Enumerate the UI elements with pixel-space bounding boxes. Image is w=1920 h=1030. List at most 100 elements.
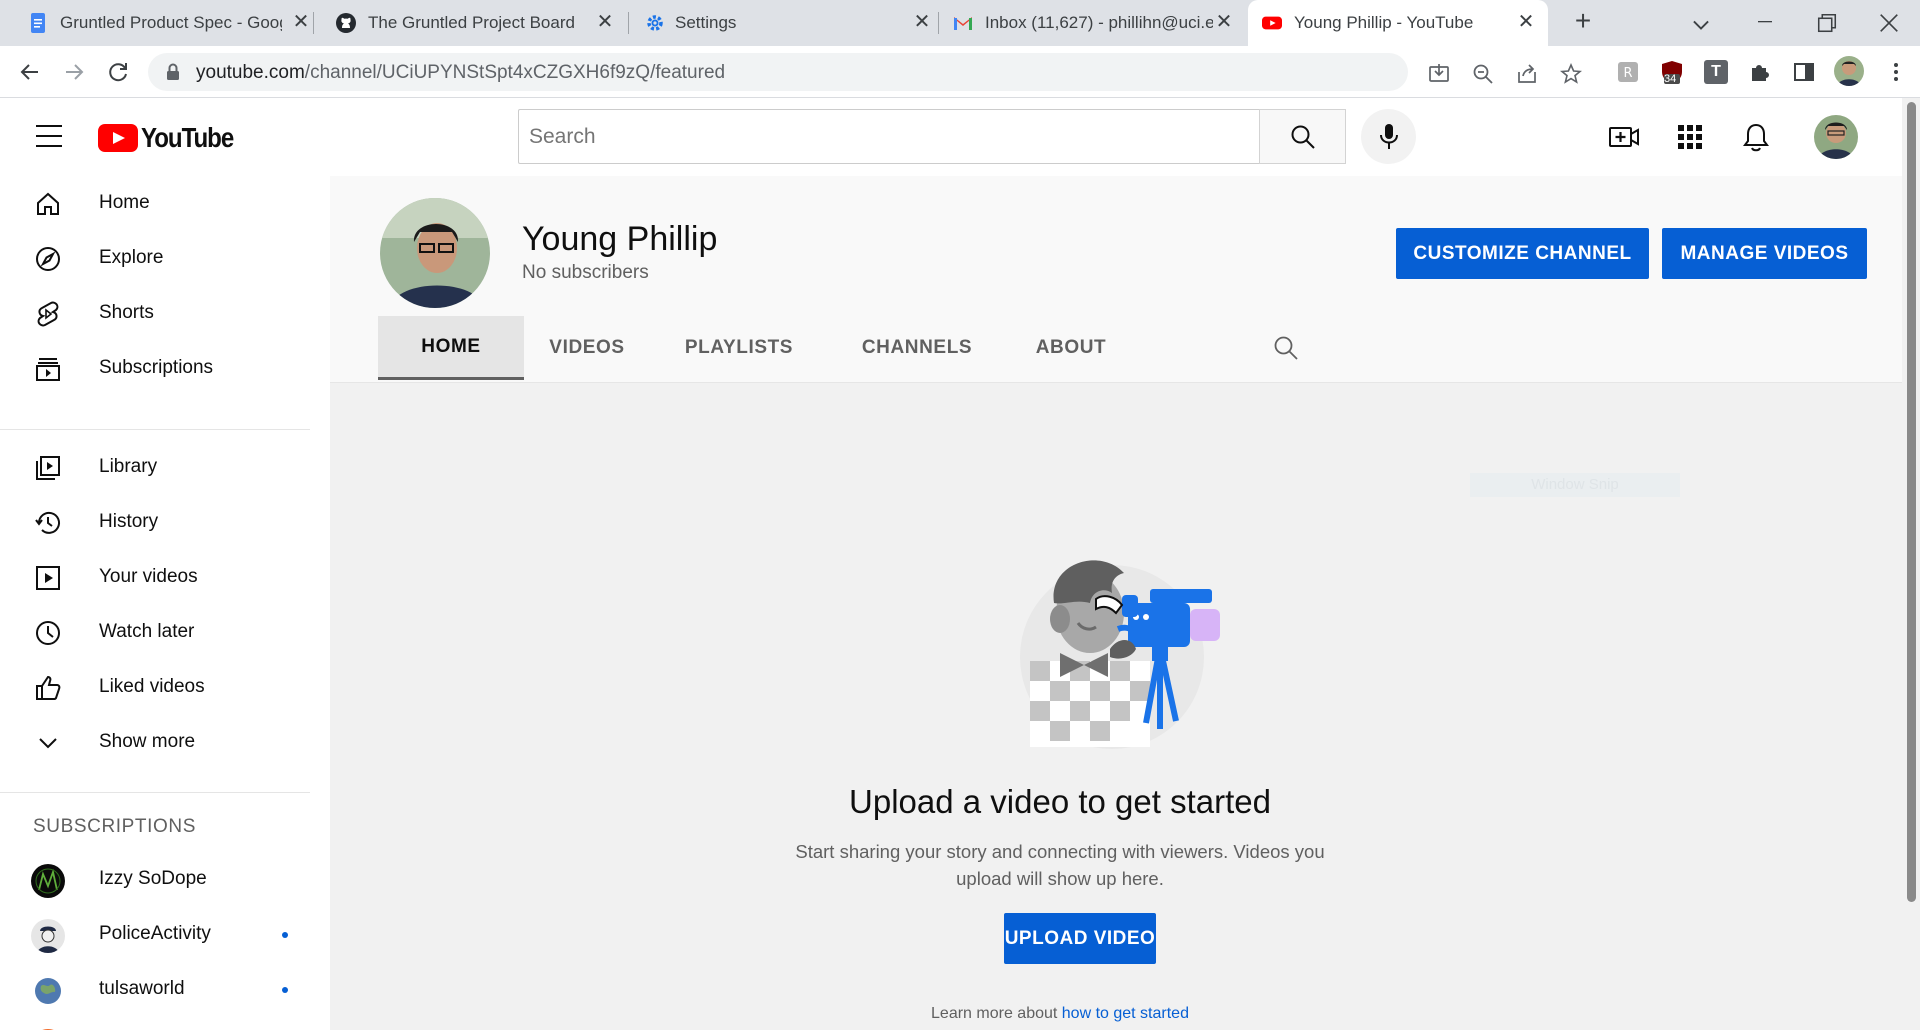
scrollbar-thumb[interactable] [1907, 102, 1916, 902]
sidebar-item-shorts[interactable]: Shorts [0, 286, 310, 341]
tab-title: The Gruntled Project Board [368, 13, 575, 32]
ublock-extension-icon[interactable]: 34 [1660, 60, 1684, 85]
url-host: youtube.com [196, 62, 305, 83]
youtube-logo[interactable]: YouTube [98, 122, 248, 154]
close-icon[interactable]: ✕ [1515, 11, 1537, 33]
new-content-dot [282, 932, 288, 938]
back-arrow-icon[interactable] [16, 58, 44, 86]
search-input[interactable] [518, 109, 1260, 164]
sidebar-item-explore[interactable]: Explore [0, 231, 310, 286]
your-videos-icon [36, 566, 60, 590]
close-window-icon[interactable] [1876, 10, 1902, 36]
share-icon[interactable] [1516, 63, 1538, 85]
forward-arrow-icon[interactable] [60, 58, 88, 86]
reload-icon[interactable] [104, 58, 132, 86]
sidebar-item-your-videos[interactable]: Your videos [0, 550, 310, 605]
lock-icon[interactable] [166, 63, 180, 81]
url-path: /channel/UCiUPYNStSpt4xCZGXH6f9zQ/featur… [304, 62, 726, 83]
apps-grid-icon [1678, 125, 1702, 149]
browser-tab[interactable]: Inbox (11,627) - phillihn@uci.e ✕ [939, 0, 1251, 46]
browser-tab[interactable]: Settings ✕ [629, 0, 939, 46]
sidebar-show-more[interactable]: Show more [0, 715, 310, 770]
tab-about[interactable]: ABOUT [1006, 316, 1136, 380]
close-icon[interactable]: ✕ [911, 11, 933, 33]
close-icon[interactable]: ✕ [1213, 11, 1235, 33]
manage-videos-button[interactable]: MANAGE VIDEOS [1662, 228, 1867, 279]
how-to-get-started-link[interactable]: how to get started [1062, 1005, 1189, 1022]
address-bar[interactable]: youtube.com/channel/UCiUPYNStSpt4xCZGXH6… [148, 53, 1582, 91]
camera-operator-illustration [1020, 560, 1220, 749]
install-app-icon[interactable] [1428, 63, 1450, 85]
sidebar-item-label: Shorts [99, 302, 154, 323]
menu-icon[interactable] [36, 125, 62, 155]
tab-home[interactable]: HOME [378, 316, 524, 380]
page-scrollbar[interactable] [1902, 98, 1920, 1030]
channel-name: Young Phillip [522, 220, 718, 258]
subscription-item[interactable] [0, 1017, 310, 1030]
sidebar-item-library[interactable]: Library [0, 440, 310, 495]
browser-tab[interactable]: Gruntled Product Spec - Goog ✕ [0, 0, 314, 46]
sidebar-item-history[interactable]: History [0, 495, 310, 550]
sidebar-item-home[interactable]: Home [0, 176, 310, 231]
url-text: youtube.com/channel/UCiUPYNStSpt4xCZGXH6… [196, 62, 725, 84]
customize-channel-button[interactable]: CUSTOMIZE CHANNEL [1396, 228, 1649, 279]
search-icon [1291, 125, 1315, 149]
profile-avatar[interactable] [1834, 56, 1864, 86]
sidebar-item-label: Liked videos [99, 676, 205, 697]
close-icon[interactable]: ✕ [594, 11, 616, 33]
channel-header: Young Phillip No subscribers CUSTOMIZE C… [330, 176, 1902, 382]
sidebar-item-label: Watch later [99, 621, 195, 642]
extension-grey-icon[interactable]: R [1616, 60, 1640, 84]
bookmark-star-icon[interactable] [1560, 63, 1582, 85]
channel-page: Young Phillip No subscribers CUSTOMIZE C… [330, 176, 1902, 1030]
account-avatar[interactable] [1814, 115, 1858, 159]
sidebar-item-liked-videos[interactable]: Liked videos [0, 660, 310, 715]
subscription-item[interactable]: Izzy SoDope [0, 852, 310, 907]
sidebar-item-label: Library [99, 456, 158, 477]
upload-video-button[interactable]: UPLOAD VIDEO [1004, 913, 1156, 964]
learn-more-prefix: Learn more about [931, 1005, 1062, 1022]
chevron-down-icon [39, 738, 57, 749]
browser-tab-bar: Gruntled Product Spec - Goog ✕ The Grunt… [0, 0, 1920, 46]
sidebar-divider [0, 429, 310, 430]
shorts-icon [37, 301, 59, 327]
window-snip-overlay: Window Snip [1470, 473, 1680, 497]
github-icon [336, 13, 356, 33]
tab-playlists[interactable]: PLAYLISTS [650, 316, 828, 380]
minimize-icon[interactable] [1752, 8, 1778, 34]
bell-icon [1743, 123, 1769, 152]
channel-avatar [31, 864, 65, 898]
chrome-menu-icon[interactable] [1884, 60, 1908, 84]
sidebar-item-subscriptions[interactable]: Subscriptions [0, 341, 310, 396]
tab-channels[interactable]: CHANNELS [828, 316, 1006, 380]
search-button[interactable] [1259, 109, 1346, 164]
sidebar-item-label: Your videos [99, 566, 198, 587]
tab-videos[interactable]: VIDEOS [524, 316, 650, 380]
puzzle-extensions-icon[interactable] [1748, 60, 1772, 84]
notifications-button[interactable] [1740, 121, 1772, 153]
subscription-item[interactable]: PoliceActivity [0, 907, 310, 962]
sidebar-item-label: History [99, 511, 159, 532]
microphone-icon [1379, 123, 1398, 149]
zoom-icon[interactable] [1472, 63, 1494, 85]
side-panel-icon[interactable] [1792, 60, 1816, 84]
new-tab-button[interactable]: + [1570, 7, 1596, 35]
channel-search-button[interactable] [1258, 316, 1314, 380]
browser-tab-active[interactable]: Young Phillip - YouTube ✕ [1248, 0, 1548, 46]
channel-avatar-large[interactable] [380, 198, 490, 308]
tab-search-chevron-icon[interactable] [1688, 12, 1714, 38]
t-extension-icon[interactable]: T [1704, 60, 1728, 84]
learn-more-text: Learn more about how to get started [330, 1005, 1790, 1023]
guide-sidebar: Home Explore Shorts Subscriptions Librar… [0, 176, 310, 1030]
sidebar-item-watch-later[interactable]: Watch later [0, 605, 310, 660]
create-video-button[interactable] [1608, 121, 1640, 153]
youtube-icon [1262, 16, 1282, 30]
restore-icon[interactable] [1814, 10, 1840, 36]
voice-search-button[interactable] [1361, 109, 1416, 164]
google-docs-icon [31, 13, 45, 33]
sidebar-item-label: Home [99, 192, 150, 213]
close-icon[interactable]: ✕ [290, 11, 312, 33]
browser-tab[interactable]: The Gruntled Project Board ✕ [314, 0, 629, 46]
subscription-item[interactable]: tulsaworld [0, 962, 310, 1017]
apps-button[interactable] [1674, 121, 1706, 153]
